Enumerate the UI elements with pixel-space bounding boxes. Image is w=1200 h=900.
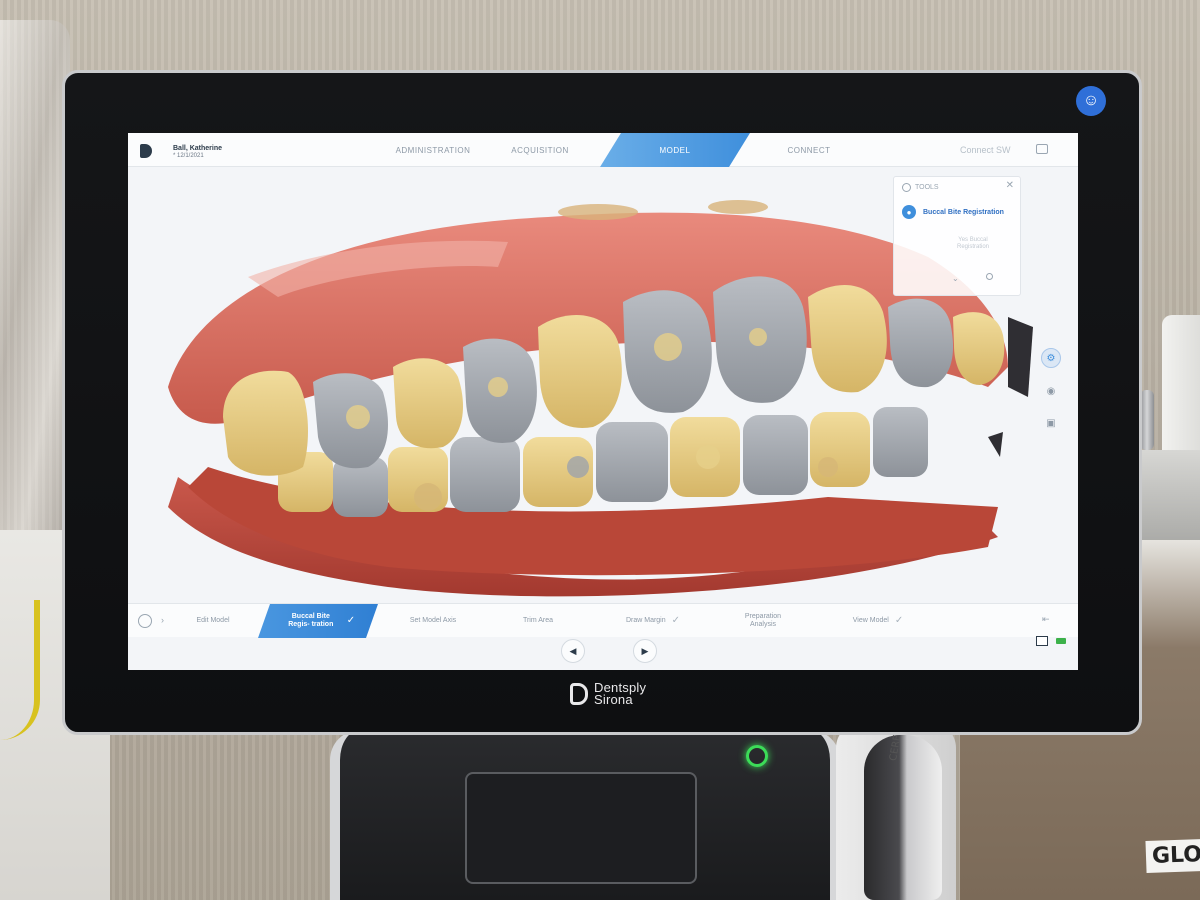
connect-sw-link[interactable]: Connect SW: [960, 145, 1011, 155]
glo-label: GLO: [1145, 838, 1200, 874]
step-buccal-bite-registration[interactable]: Buccal Bite Regis- tration ✓: [258, 604, 378, 638]
check-icon: ✓: [346, 615, 356, 626]
image-icon[interactable]: ▣: [1041, 413, 1061, 433]
previous-button[interactable]: ◀: [561, 639, 585, 663]
chat-icon[interactable]: [1036, 144, 1048, 154]
check-icon: ✓: [671, 615, 681, 626]
settings-icon[interactable]: ⚙: [1041, 348, 1061, 368]
intraoral-scanner[interactable]: [864, 735, 942, 900]
app-screen: Ball, Katherine * 12/1/2021 ADMINISTRATI…: [128, 133, 1078, 670]
tab-connect[interactable]: CONNECT: [734, 133, 884, 167]
soap-bottle: [1162, 315, 1200, 455]
brand-line-2: Sirona: [594, 692, 633, 707]
close-icon[interactable]: ✕: [1006, 180, 1014, 191]
step-label: Buccal Bite Regis- tration: [288, 613, 334, 628]
tools-panel: TOOLS ✕ ● Buccal Bite Registration Yes B…: [893, 176, 1021, 296]
chevron-down-icon[interactable]: ⌄: [952, 274, 959, 283]
yellow-cable: [0, 600, 40, 740]
top-navigation-bar: Ball, Katherine * 12/1/2021 ADMINISTRATI…: [128, 133, 1078, 167]
touchpad[interactable]: [465, 772, 697, 884]
plastic-cover: [0, 20, 70, 540]
accessibility-icon: ☺: [1076, 86, 1106, 116]
step-draw-margin[interactable]: Draw Margin ✓: [598, 604, 708, 638]
tools-title: TOOLS: [915, 184, 939, 191]
tool-buccal-bite-registration[interactable]: ● Buccal Bite Registration: [902, 205, 1004, 219]
tool-item-label: Buccal Bite Registration: [923, 208, 1004, 216]
step-preparation-analysis[interactable]: Preparation Analysis: [708, 604, 818, 638]
tools-icon: [902, 183, 911, 192]
power-icon[interactable]: [746, 745, 768, 767]
battery-icon: [1056, 638, 1066, 644]
step-label: Trim Area: [522, 617, 554, 624]
step-label: Draw Margin: [625, 617, 666, 624]
step-set-model-axis[interactable]: Set Model Axis: [378, 604, 488, 638]
sink: [1135, 450, 1200, 545]
app-logo-icon[interactable]: [140, 144, 152, 158]
tab-model[interactable]: MODEL: [600, 133, 750, 167]
step-trim-area[interactable]: Trim Area: [483, 604, 593, 638]
patient-name: Ball, Katherine: [173, 145, 223, 152]
step-label: Set Model Axis: [409, 617, 457, 624]
check-icon: ✓: [894, 615, 904, 626]
step-view-model[interactable]: View Model ✓: [823, 604, 933, 638]
faucet: [1140, 390, 1154, 450]
teeth-icon: ●: [902, 205, 916, 219]
tab-acquisition[interactable]: ACQUISITION: [465, 133, 615, 167]
tool-sub-label: Yes Buccal Registration: [956, 237, 989, 250]
workflow-bar: › Edit Model Buccal Bite Regis- tration …: [128, 603, 1078, 638]
circle-icon[interactable]: [986, 273, 993, 280]
workflow-home-icon[interactable]: [138, 614, 152, 628]
patient-date: * 12/1/2021: [173, 153, 204, 159]
step-label: View Model: [852, 617, 889, 624]
brand-mark-icon: [570, 683, 588, 705]
next-button[interactable]: ▶: [633, 639, 657, 663]
brand-logo: Dentsply Sirona: [570, 681, 646, 707]
step-edit-model[interactable]: Edit Model: [158, 604, 268, 638]
eye-icon[interactable]: ◉: [1041, 381, 1061, 401]
step-label: Preparation Analysis: [744, 613, 782, 628]
step-label: Edit Model: [196, 617, 230, 624]
tools-header: TOOLS: [902, 183, 939, 192]
display-icon: [1036, 636, 1048, 646]
collapse-icon[interactable]: ⇤: [1042, 614, 1050, 625]
